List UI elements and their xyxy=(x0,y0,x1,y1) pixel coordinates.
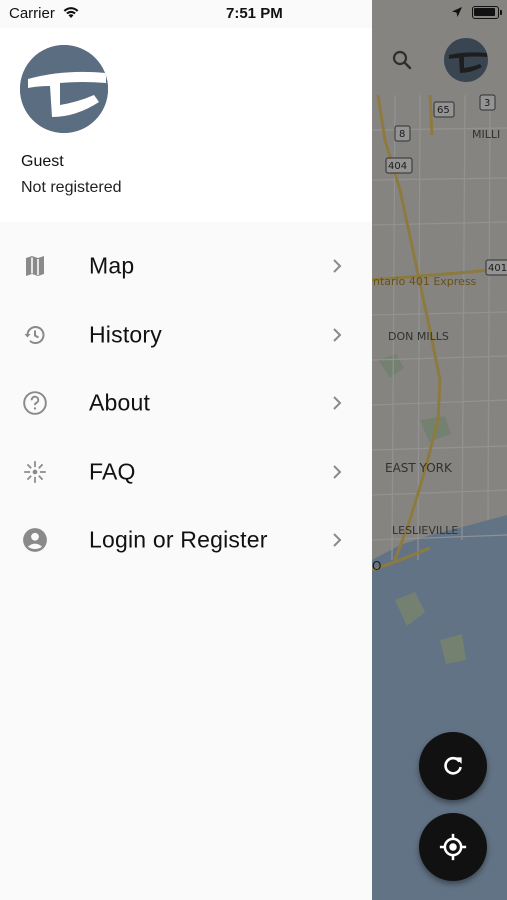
chevron-right-icon xyxy=(333,259,342,273)
drawer-menu: Map History About FAQ Login or Register xyxy=(0,232,372,575)
drawer-header: Guest Not registered xyxy=(0,28,372,222)
menu-item-label: FAQ xyxy=(89,458,136,485)
carrier-label: Carrier xyxy=(9,5,55,22)
history-icon xyxy=(22,322,48,348)
search-button[interactable] xyxy=(386,44,418,76)
wifi-icon xyxy=(63,7,79,18)
menu-item-label: History xyxy=(89,321,162,348)
crosshair-icon xyxy=(439,833,467,861)
chevron-right-icon xyxy=(333,328,342,342)
navigation-drawer: Guest Not registered Map History About F… xyxy=(0,28,372,900)
profile-avatar-button[interactable] xyxy=(444,38,488,82)
logo-icon xyxy=(444,38,488,82)
refresh-button[interactable] xyxy=(419,732,487,800)
menu-item-map[interactable]: Map xyxy=(0,232,372,301)
account-circle-icon xyxy=(22,527,48,553)
logo-icon xyxy=(20,45,108,133)
menu-item-label: Login or Register xyxy=(89,526,268,553)
user-avatar[interactable] xyxy=(20,45,108,133)
location-arrow-icon xyxy=(452,7,462,17)
menu-item-about[interactable]: About xyxy=(0,369,372,438)
status-bar-background xyxy=(0,0,372,28)
user-registration-status: Not registered xyxy=(21,179,122,196)
clock: 7:51 PM xyxy=(226,5,283,22)
menu-item-faq[interactable]: FAQ xyxy=(0,438,372,507)
menu-item-history[interactable]: History xyxy=(0,301,372,370)
status-bar: Carrier 7:51 PM xyxy=(0,0,507,28)
map-icon xyxy=(22,253,48,279)
user-name: Guest xyxy=(21,153,64,170)
menu-item-login-register[interactable]: Login or Register xyxy=(0,506,372,575)
search-icon xyxy=(392,50,412,70)
menu-item-label: Map xyxy=(89,252,135,279)
help-circle-icon xyxy=(22,390,48,416)
battery-icon xyxy=(472,6,499,19)
chevron-right-icon xyxy=(333,533,342,547)
chevron-right-icon xyxy=(333,465,342,479)
refresh-icon xyxy=(444,756,462,775)
chevron-right-icon xyxy=(333,396,342,410)
battery-cap xyxy=(500,10,502,15)
sparkle-icon xyxy=(22,459,48,485)
menu-item-label: About xyxy=(89,389,151,416)
my-location-button[interactable] xyxy=(419,813,487,881)
